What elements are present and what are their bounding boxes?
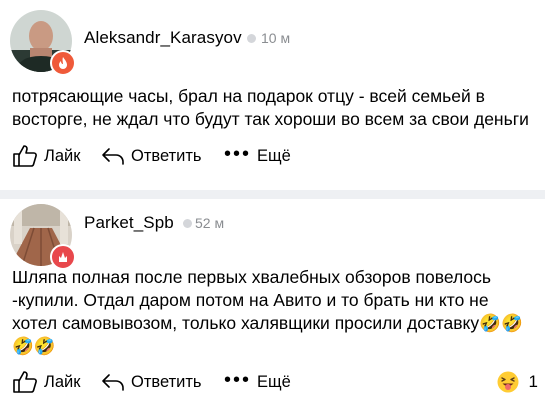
thumbs-up-icon xyxy=(13,145,37,167)
comment-actions: Лайк Ответить ••• Ещё 1 xyxy=(12,369,542,395)
separator-dot xyxy=(247,34,256,43)
like-button[interactable]: Лайк xyxy=(12,369,80,395)
like-button[interactable]: Лайк xyxy=(12,143,80,169)
fire-badge-icon xyxy=(50,50,76,76)
comment-time: 10 м xyxy=(261,30,291,46)
like-label: Лайк xyxy=(44,372,81,391)
comment-text: потрясающие часы, брал на подарок отцу -… xyxy=(12,86,529,129)
like-label: Лайк xyxy=(44,146,81,165)
reply-button[interactable]: Ответить xyxy=(101,369,202,395)
reaction-button[interactable]: 1 xyxy=(497,369,538,395)
reply-button[interactable]: Ответить xyxy=(101,143,202,169)
more-label: Ещё xyxy=(257,146,291,165)
more-button[interactable]: ••• Ещё xyxy=(224,369,291,395)
reply-label: Ответить xyxy=(131,372,202,391)
avatar[interactable] xyxy=(10,204,76,270)
more-dots-icon: ••• xyxy=(224,143,252,165)
reply-label: Ответить xyxy=(131,146,202,165)
comment-time: 52 м xyxy=(195,215,225,231)
comment-actions: Лайк Ответить ••• Ещё xyxy=(12,143,542,169)
thumbs-up-icon xyxy=(13,371,37,393)
reply-arrow-icon xyxy=(102,374,124,391)
comment-text: Шляпа полная после первых хвалебных обзо… xyxy=(12,267,523,356)
squinting-tongue-face-icon xyxy=(497,371,519,393)
comment: Parket_Spb 52 м Шляпа полная после первы… xyxy=(0,190,545,420)
avatar[interactable] xyxy=(10,10,76,76)
reply-arrow-icon xyxy=(102,148,124,165)
reaction-count: 1 xyxy=(528,372,538,391)
comment: Aleksandr_Karasyov 10 м потрясающие часы… xyxy=(0,0,545,190)
separator-dot xyxy=(183,219,192,228)
more-dots-icon: ••• xyxy=(224,369,252,391)
author-name[interactable]: Parket_Spb xyxy=(84,213,174,233)
author-name[interactable]: Aleksandr_Karasyov xyxy=(84,28,242,48)
more-button[interactable]: ••• Ещё xyxy=(224,143,291,169)
more-label: Ещё xyxy=(257,372,291,391)
